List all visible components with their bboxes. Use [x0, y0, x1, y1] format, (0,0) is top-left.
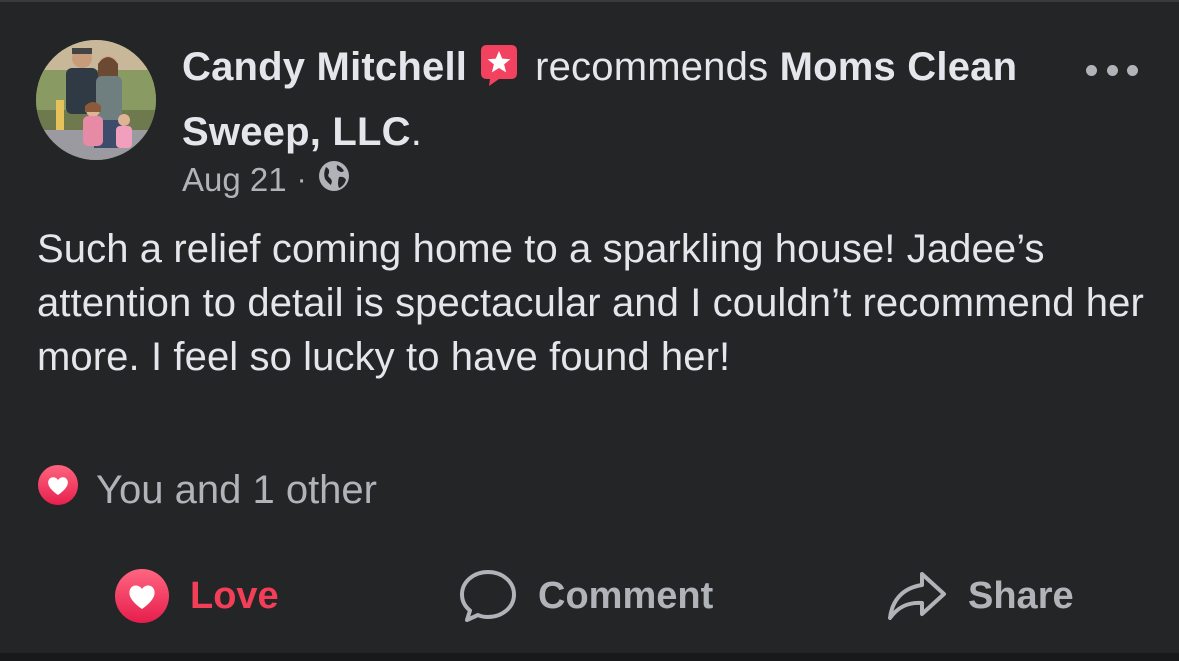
- post-header: Candy Mitchell recommends Moms Clean Swee…: [182, 38, 1022, 161]
- post-meta: Aug 21 ·: [182, 158, 351, 202]
- share-arrow-icon: [888, 572, 946, 620]
- comment-button[interactable]: Comment: [458, 562, 713, 630]
- love-reaction-icon: [36, 463, 80, 517]
- post-body-text: Such a relief coming home to a sparkling…: [37, 227, 1144, 379]
- recommends-text: recommends: [535, 45, 769, 89]
- post-actions-bar: Love Comment Share: [0, 562, 1179, 630]
- more-options-icon[interactable]: [1086, 60, 1138, 80]
- header-period: .: [410, 110, 423, 154]
- speech-bubble-icon: [460, 570, 516, 622]
- recommendation-star-icon: [477, 43, 521, 103]
- love-button[interactable]: Love: [114, 562, 279, 630]
- avatar-photo: [36, 40, 156, 160]
- reaction-summary[interactable]: You and 1 other: [36, 463, 377, 517]
- share-button[interactable]: Share: [886, 562, 1074, 630]
- author-name[interactable]: Candy Mitchell: [182, 45, 467, 89]
- share-button-label: Share: [968, 574, 1074, 617]
- meta-separator: ·: [296, 163, 307, 196]
- recommendation-post: Candy Mitchell recommends Moms Clean Swee…: [0, 0, 1179, 661]
- love-button-label: Love: [190, 574, 279, 617]
- heart-icon: [115, 569, 169, 623]
- comment-button-label: Comment: [538, 574, 714, 617]
- post-date[interactable]: Aug 21: [182, 161, 287, 199]
- author-avatar[interactable]: [36, 40, 156, 160]
- globe-icon[interactable]: [317, 159, 351, 201]
- reaction-count-text: You and 1 other: [96, 467, 377, 512]
